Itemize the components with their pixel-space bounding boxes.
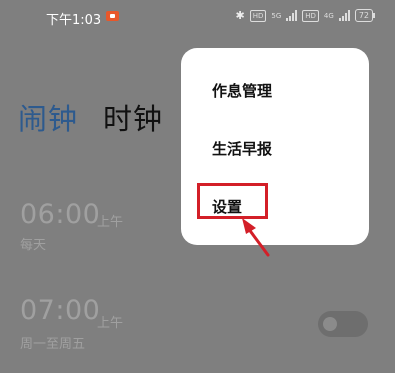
pointer-arrow — [242, 218, 270, 257]
